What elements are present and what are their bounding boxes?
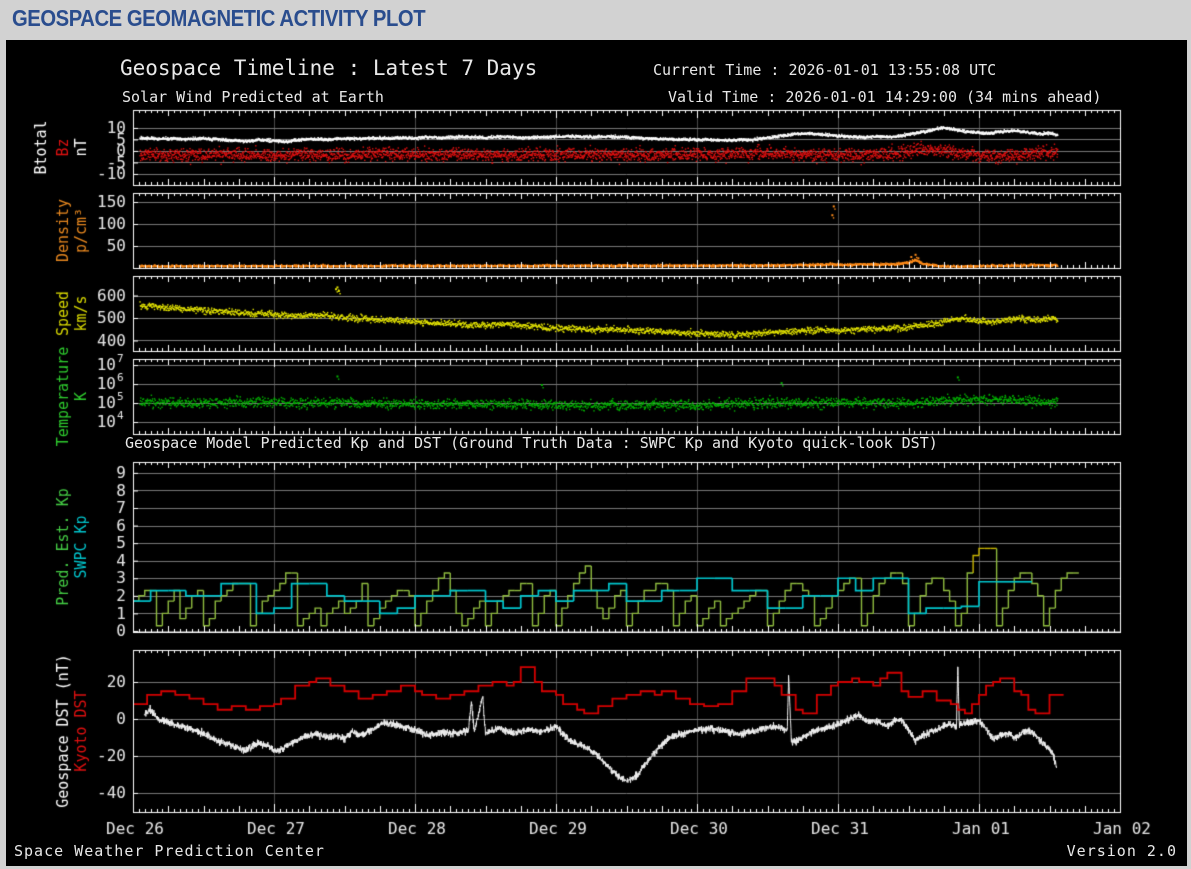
geospace-plot-panel: Geospace Timeline : Latest 7 Days Solar … <box>6 40 1187 866</box>
geospace-plot-canvas <box>8 42 1185 864</box>
valid-time-label: Valid Time : 2026-01-01 14:29:00 (34 min… <box>668 88 1102 106</box>
kp-dst-section-header: Geospace Model Predicted Kp and DST (Gro… <box>125 434 938 452</box>
footer-version: Version 2.0 <box>1066 842 1177 860</box>
page-title: GEOSPACE GEOMAGNETIC ACTIVITY PLOT <box>12 5 426 31</box>
footer-credit: Space Weather Prediction Center <box>14 842 325 860</box>
current-time-label: Current Time : 2026-01-01 13:55:08 UTC <box>653 61 997 79</box>
plot-subtitle: Solar Wind Predicted at Earth <box>122 88 384 106</box>
plot-title: Geospace Timeline : Latest 7 Days <box>120 56 538 80</box>
